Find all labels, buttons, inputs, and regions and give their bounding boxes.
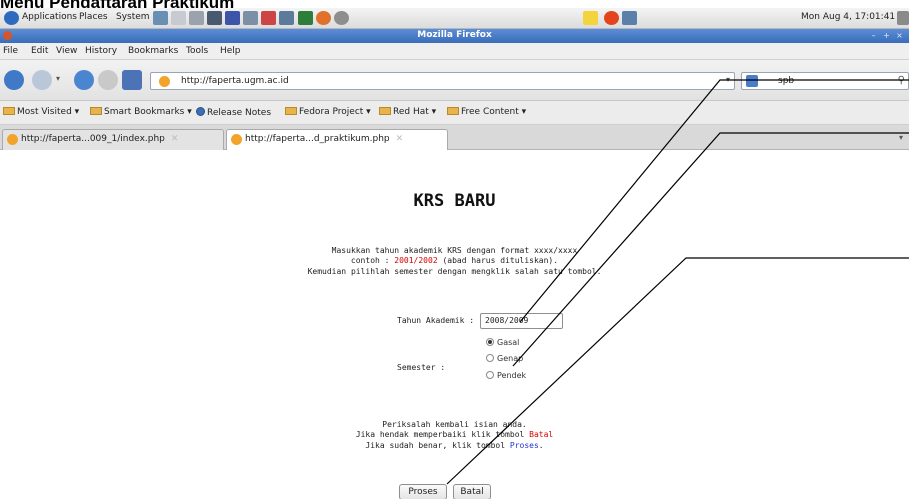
applications-menu[interactable]: Applications	[22, 12, 77, 22]
menu-history[interactable]: History	[85, 46, 117, 56]
menu-bar: File Edit View History Bookmarks Tools H…	[0, 43, 909, 60]
launcher-icon[interactable]	[207, 11, 222, 25]
menu-view[interactable]: View	[56, 46, 77, 56]
intro-line: Masukkan tahun akademik KRS dengan forma…	[331, 246, 578, 255]
site-favicon	[7, 134, 18, 145]
tab-index[interactable]: http://faperta...009_1/index.php ✕	[2, 129, 224, 150]
launcher-icon[interactable]	[153, 11, 168, 25]
minimize-icon[interactable]: –	[868, 31, 879, 41]
url-bar[interactable]: http://faperta.ugm.ac.id ▾	[150, 72, 735, 90]
search-bar[interactable]: spb ⚲	[741, 72, 909, 90]
bookmark-release-notes[interactable]: Release Notes	[196, 107, 271, 118]
navigation-toolbar: ▾ http://faperta.ugm.ac.id ▾ spb ⚲	[0, 60, 909, 101]
home-icon[interactable]	[122, 70, 142, 90]
search-input[interactable]: spb	[778, 76, 794, 86]
tab-label: http://faperta...d_praktikum.php	[245, 134, 390, 144]
tab-label: http://faperta...009_1/index.php	[21, 134, 165, 144]
search-engine-icon[interactable]	[746, 75, 758, 87]
gnome-foot-icon[interactable]	[4, 11, 19, 25]
batal-button[interactable]: Batal	[453, 484, 491, 499]
launcher-icon[interactable]	[261, 11, 276, 25]
stop-icon[interactable]	[98, 70, 118, 90]
bookmark-red-hat[interactable]: Red Hat ▾	[379, 107, 436, 117]
semester-label: Semester :	[397, 363, 446, 372]
semester-gasal-radio[interactable]	[486, 338, 494, 346]
gnome-top-panel: Applications Places System Mon Aug 4, 17…	[0, 8, 909, 29]
folder-icon	[285, 107, 297, 115]
check-line: Jika sudah benar, klik tombol Proses.	[365, 441, 544, 450]
folder-icon	[379, 107, 391, 115]
search-icon[interactable]: ⚲	[898, 75, 905, 86]
intro-line: Kemudian pilihlah semester dengan mengkl…	[307, 267, 602, 276]
url-text: http://faperta.ugm.ac.id	[181, 76, 289, 86]
tab-list-icon[interactable]: ▾	[899, 133, 903, 142]
launcher-icon[interactable]	[316, 11, 331, 25]
folder-icon	[90, 107, 102, 115]
reload-icon[interactable]	[74, 70, 94, 90]
tab-close-icon[interactable]: ✕	[396, 134, 404, 144]
forward-icon[interactable]	[32, 70, 52, 90]
launcher-icon[interactable]	[243, 11, 258, 25]
tab-strip: http://faperta...009_1/index.php ✕ http:/…	[0, 125, 909, 150]
system-menu[interactable]: System	[116, 12, 150, 22]
close-icon[interactable]: ×	[894, 31, 905, 41]
menu-tools[interactable]: Tools	[186, 46, 208, 56]
proses-button[interactable]: Proses	[399, 484, 447, 499]
site-favicon	[159, 76, 170, 87]
bookmark-fedora-project[interactable]: Fedora Project ▾	[285, 107, 371, 117]
folder-icon	[447, 107, 459, 115]
bookmarks-toolbar: Most Visited ▾ Smart Bookmarks ▾ Release…	[0, 101, 909, 125]
update-icon[interactable]	[604, 11, 619, 25]
volume-icon[interactable]	[897, 11, 909, 25]
network-icon[interactable]	[622, 11, 637, 25]
semester-genap-radio[interactable]	[486, 354, 494, 362]
tab-praktikum[interactable]: http://faperta...d_praktikum.php ✕	[226, 129, 448, 150]
tab-close-icon[interactable]: ✕	[171, 134, 179, 144]
launcher-icon[interactable]	[225, 11, 240, 25]
proses-hint-link: Proses	[509, 441, 539, 450]
window-titlebar[interactable]: Mozilla Firefox – + ×	[0, 29, 909, 43]
semester-option-label: Gasal	[497, 338, 520, 347]
page-content: KRS BARU Masukkan tahun akademik KRS den…	[0, 150, 909, 499]
url-dropdown-icon[interactable]: ▾	[726, 75, 730, 84]
bookmark-free-content[interactable]: Free Content ▾	[447, 107, 526, 117]
launcher-icon[interactable]	[279, 11, 294, 25]
fedora-icon	[196, 107, 205, 116]
menu-edit[interactable]: Edit	[31, 46, 48, 56]
semester-pendek-radio[interactable]	[486, 371, 494, 379]
menu-help[interactable]: Help	[220, 46, 241, 56]
batal-hint-link: Batal	[529, 430, 554, 439]
places-menu[interactable]: Places	[79, 12, 108, 22]
maximize-icon[interactable]: +	[881, 31, 892, 41]
clock[interactable]: Mon Aug 4, 17:01:41	[801, 12, 895, 22]
semester-option-label: Pendek	[497, 371, 527, 380]
check-line: Periksalah kembali isian anda.	[382, 420, 527, 429]
semester-option-label: Genap	[497, 354, 524, 363]
folder-icon	[3, 107, 15, 115]
launcher-icon[interactable]	[334, 11, 349, 25]
history-dropdown-icon[interactable]: ▾	[56, 74, 60, 83]
tahun-akademik-input[interactable]: 2008/2009	[480, 313, 563, 329]
menu-file[interactable]: File	[3, 46, 18, 56]
bookmark-most-visited[interactable]: Most Visited ▾	[3, 107, 79, 117]
menu-bookmarks[interactable]: Bookmarks	[128, 46, 178, 56]
check-line: Jika hendak memperbaiki klik tombol Bata…	[355, 430, 554, 439]
notes-icon[interactable]	[583, 11, 598, 25]
launcher-icon[interactable]	[298, 11, 313, 25]
example-value: 2001/2002	[394, 256, 438, 265]
page-heading: KRS BARU	[413, 191, 496, 211]
back-icon[interactable]	[4, 70, 24, 90]
intro-line: contoh : 2001/2002 (abad harus dituliska…	[350, 256, 559, 265]
window-title: Mozilla Firefox	[417, 30, 492, 40]
launcher-icon[interactable]	[189, 11, 204, 25]
bookmark-smart-bookmarks[interactable]: Smart Bookmarks ▾	[90, 107, 192, 117]
site-favicon	[231, 134, 242, 145]
tahun-label: Tahun Akademik :	[397, 316, 475, 325]
launcher-icon[interactable]	[171, 11, 186, 25]
